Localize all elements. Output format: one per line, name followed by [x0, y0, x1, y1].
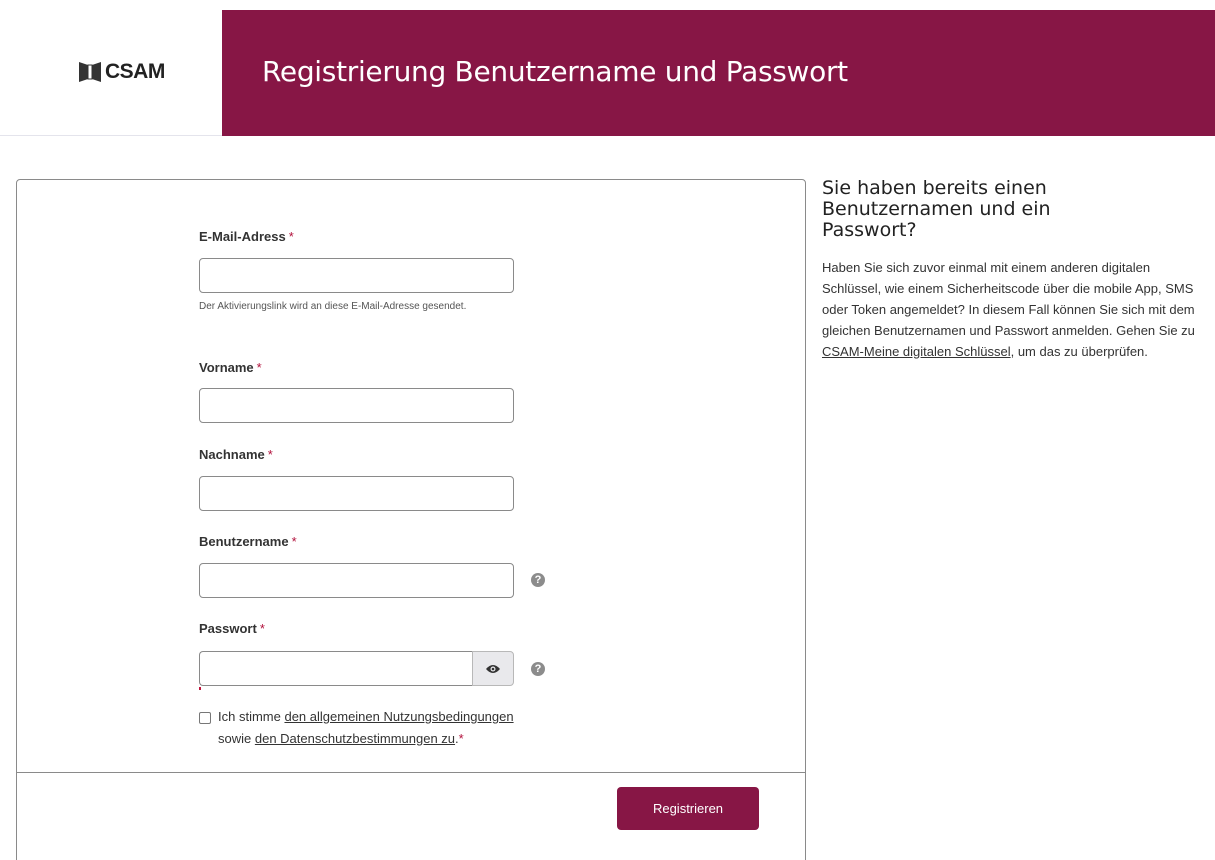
- required-mark: *: [256, 360, 262, 375]
- info-text-after: , um das zu überprüfen.: [1010, 344, 1148, 359]
- username-label: Benutzername *: [199, 534, 297, 549]
- lastname-label-text: Nachname: [199, 447, 265, 462]
- firstname-label: Vorname *: [199, 360, 262, 375]
- registration-form: E-Mail-Adress * Der Aktivierungslink wird…: [16, 179, 806, 860]
- email-help-text: Der Aktivierungslink wird an diese E-Mai…: [199, 301, 467, 312]
- username-label-text: Benutzername: [199, 534, 289, 549]
- privacy-policy-link[interactable]: den Datenschutzbestimmungen zu: [255, 731, 455, 746]
- lastname-field[interactable]: [199, 476, 514, 511]
- info-text: Haben Sie sich zuvor einmal mit einem an…: [822, 257, 1212, 362]
- terms-checkbox[interactable]: [199, 712, 211, 724]
- register-button[interactable]: Registrieren: [617, 787, 759, 830]
- page-title: Registrierung Benutzername und Passwort: [262, 55, 848, 88]
- csam-logo[interactable]: CSAM: [79, 60, 165, 84]
- question-circle-icon[interactable]: ?: [531, 573, 545, 587]
- required-mark: *: [288, 229, 294, 244]
- password-label-text: Passwort: [199, 621, 257, 636]
- show-password-button[interactable]: [472, 651, 514, 686]
- required-mark: *: [458, 731, 464, 746]
- logo-text: CSAM: [105, 60, 165, 83]
- terms-text-before: Ich stimme: [218, 709, 285, 724]
- existing-account-info: Sie haben bereits einen Benutzernamen un…: [822, 178, 1212, 362]
- username-field[interactable]: [199, 563, 514, 598]
- validation-marker: [199, 687, 201, 690]
- terms-row: Ich stimme den allgemeinen Nutzungsbedin…: [199, 706, 579, 750]
- required-mark: *: [291, 534, 297, 549]
- info-heading: Sie haben bereits einen Benutzernamen un…: [822, 177, 1051, 241]
- password-field[interactable]: [199, 651, 472, 686]
- page-header: CSAM Registrierung Benutzername und Pass…: [0, 10, 1215, 136]
- email-label-text: E-Mail-Adress: [199, 229, 286, 244]
- question-circle-icon[interactable]: ?: [531, 662, 545, 676]
- terms-text: Ich stimme den allgemeinen Nutzungsbedin…: [218, 706, 579, 750]
- email-label: E-Mail-Adress *: [199, 229, 294, 244]
- password-group: [199, 651, 514, 690]
- eye-icon: [486, 665, 500, 673]
- lastname-label: Nachname *: [199, 447, 273, 462]
- form-divider: [17, 772, 805, 773]
- firstname-label-text: Vorname: [199, 360, 254, 375]
- required-mark: *: [259, 621, 265, 636]
- password-label: Passwort *: [199, 621, 265, 636]
- terms-text-middle: sowie: [218, 731, 255, 746]
- title-bar: Registrierung Benutzername und Passwort: [222, 10, 1215, 136]
- my-digital-keys-link[interactable]: CSAM-Meine digitalen Schlüssel: [822, 344, 1011, 359]
- csam-logo-icon: [79, 62, 101, 82]
- logo-area: CSAM: [0, 10, 222, 136]
- email-field[interactable]: [199, 258, 514, 293]
- info-text-before: Haben Sie sich zuvor einmal mit einem an…: [822, 260, 1195, 338]
- firstname-field[interactable]: [199, 388, 514, 423]
- required-mark: *: [267, 447, 273, 462]
- terms-of-use-link[interactable]: den allgemeinen Nutzungsbedingungen: [284, 709, 513, 724]
